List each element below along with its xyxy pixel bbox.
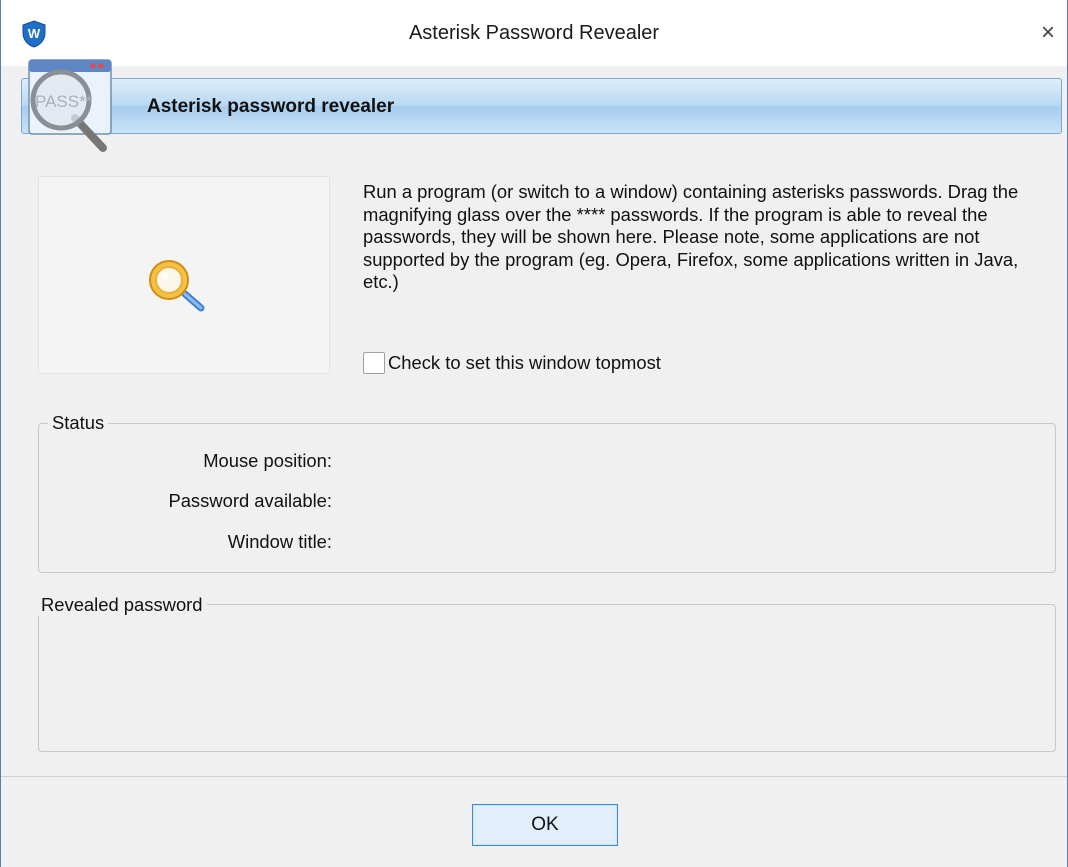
close-button[interactable]: × xyxy=(1031,16,1065,50)
instructions-text: Run a program (or switch to a window) co… xyxy=(363,181,1019,293)
banner-icon-text: PASS** xyxy=(35,92,93,111)
close-icon: × xyxy=(1040,19,1055,46)
mouse-position-label: Mouse position: xyxy=(203,450,332,471)
magnifying-glass-icon[interactable] xyxy=(145,258,215,316)
topmost-checkbox[interactable] xyxy=(363,352,385,374)
revealed-password-legend: Revealed password xyxy=(37,594,207,616)
title-bar[interactable]: W Asterisk Password Revealer × xyxy=(1,0,1067,66)
revealed-password-field[interactable] xyxy=(39,622,1055,748)
footer-divider xyxy=(1,776,1067,777)
app-window: W Asterisk Password Revealer × PASS** As… xyxy=(0,0,1068,867)
window-title-label: Window title: xyxy=(227,531,332,552)
topmost-checkbox-label[interactable]: Check to set this window topmost xyxy=(388,352,661,374)
password-available-label: Password available: xyxy=(168,490,332,511)
mouse-position-row: Mouse position: xyxy=(41,450,332,474)
topmost-checkbox-row[interactable]: Check to set this window topmost xyxy=(363,352,661,374)
password-available-row: Password available: xyxy=(41,490,332,514)
banner-title: Asterisk password revealer xyxy=(147,96,395,117)
status-legend: Status xyxy=(48,412,109,434)
ok-button[interactable]: OK xyxy=(472,804,618,846)
window-title: Asterisk Password Revealer xyxy=(408,22,660,44)
window-title-row: Window title: xyxy=(41,531,332,555)
magnifier-pass-icon: PASS** xyxy=(28,59,112,152)
